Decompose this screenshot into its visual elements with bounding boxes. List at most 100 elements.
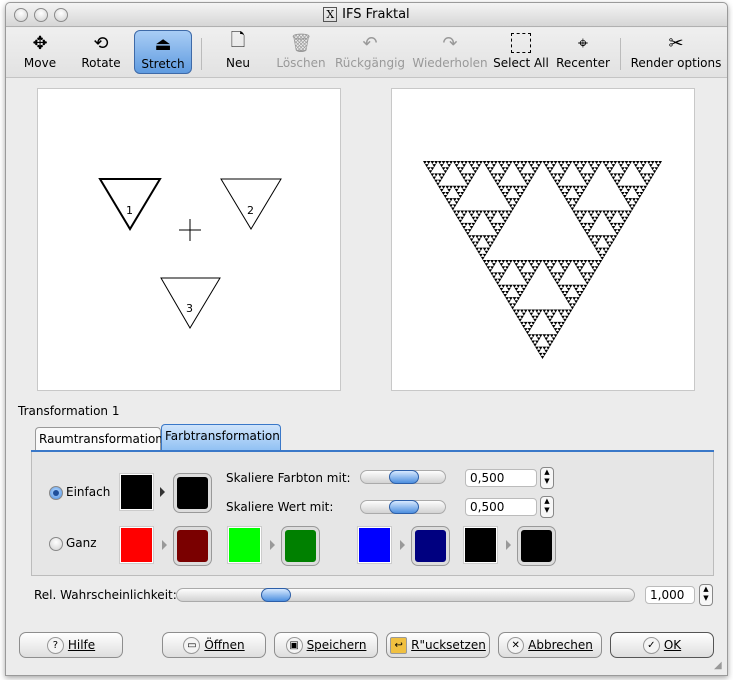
slider-knob[interactable] [389, 470, 419, 484]
fractal-cell [566, 188, 571, 192]
fractal-cell [572, 297, 577, 301]
fractal-cell [523, 284, 528, 288]
fractal-cell [475, 210, 480, 214]
fractal-cell [542, 352, 547, 356]
fractal-cell [564, 167, 569, 171]
fractal-cell [527, 278, 532, 282]
fractal-cell [490, 210, 494, 214]
cancel-button[interactable]: ✕ Abbrechen [498, 632, 602, 658]
fractal-cell [579, 266, 584, 270]
fractal-cell [490, 272, 494, 276]
center-crosshair-icon[interactable] [179, 219, 201, 241]
fractal-cell [628, 204, 633, 208]
fractal-cell [473, 244, 478, 248]
value-scale-input[interactable]: 0,500 [465, 498, 537, 516]
fractal-cell [647, 173, 651, 177]
ganz-from-swatch[interactable] [228, 527, 261, 563]
fractal-cell [521, 176, 526, 180]
fractal-cell [561, 266, 565, 270]
fractal-cell [503, 219, 508, 223]
slider-knob[interactable] [261, 588, 291, 602]
fractal-cell [492, 213, 496, 217]
hue-scale-slider[interactable] [360, 470, 446, 484]
ganz-to-swatch[interactable] [518, 527, 555, 565]
fractal-cell [564, 315, 569, 319]
fractal-cell [563, 195, 567, 199]
ganz-radio[interactable] [49, 537, 63, 551]
value-scale-slider[interactable] [360, 500, 446, 514]
fractal-cell [538, 161, 543, 165]
hue-scale-spinner[interactable]: ▲ ▼ [540, 467, 554, 489]
ok-button[interactable]: ✓ OK [610, 632, 714, 658]
ganz-from-swatch[interactable] [464, 527, 497, 563]
ganz-to-swatch[interactable] [174, 527, 211, 565]
fractal-cell [523, 309, 528, 313]
probability-input[interactable]: 1,000 [645, 586, 695, 604]
tab-farbtransformation[interactable]: Farbtransformation [161, 424, 281, 451]
fractal-cell [568, 260, 573, 264]
fractal-cell [574, 263, 578, 267]
render-options-button[interactable]: ✂ Render options [629, 30, 723, 74]
ganz-to-swatch[interactable] [282, 527, 319, 565]
fractal-cell [570, 306, 575, 310]
ganz-from-swatch[interactable] [358, 527, 391, 563]
new-button[interactable]: 🗋 Neu [218, 30, 258, 74]
fractal-cell [594, 167, 599, 171]
fractal-cell [536, 263, 541, 267]
fractal-cell [471, 161, 476, 165]
folder-icon: ▭ [183, 636, 201, 654]
transform-editor-svg[interactable]: 1 2 3 [38, 89, 340, 390]
fractal-cell [501, 266, 506, 270]
fractal-cell [579, 284, 584, 288]
fractal-cell [624, 161, 629, 165]
einfach-from-swatch[interactable] [120, 474, 153, 510]
move-button[interactable]: ✥ Move [18, 30, 62, 74]
resize-grip-icon[interactable]: ◢ [714, 660, 722, 671]
einfach-radio[interactable] [49, 486, 63, 500]
select-all-button[interactable]: Select All [493, 30, 549, 74]
delete-button[interactable]: 🗑 Löschen [274, 30, 328, 74]
ganz-from-swatch[interactable] [120, 527, 153, 563]
fractal-cell [493, 235, 498, 239]
transform-editor-canvas[interactable]: 1 2 3 [37, 88, 341, 391]
value-scale-label: Skaliere Wert mit: [226, 500, 334, 514]
fractal-cell [617, 173, 621, 177]
save-button[interactable]: ▣ Speichern [274, 632, 378, 658]
help-button[interactable]: ? Hilfe [19, 632, 123, 658]
fractal-cell [495, 232, 500, 236]
redo-button[interactable]: ↷ Wiederholen [411, 30, 489, 74]
tab-raumtransformation[interactable]: Raumtransformation [35, 427, 163, 451]
reset-button[interactable]: ↩ R"ucksetzen [386, 632, 490, 658]
fractal-cell [583, 210, 588, 214]
fractal-cell [501, 173, 506, 177]
open-button[interactable]: ▭ Öffnen [162, 632, 266, 658]
fractal-cell [549, 161, 554, 165]
fractal-cell [647, 179, 651, 183]
hue-scale-input[interactable]: 0,500 [465, 469, 537, 487]
fractal-cell [585, 232, 590, 236]
new-document-icon: 🗋 [230, 30, 246, 51]
probability-spinner[interactable]: ▲ ▼ [699, 584, 713, 606]
fractal-cell [538, 352, 543, 356]
slider-knob[interactable] [389, 500, 419, 514]
stretch-button[interactable]: ⏏ Stretch [134, 30, 192, 74]
fractal-cell [579, 185, 584, 189]
undo-button[interactable]: ↶ Rückgängig [334, 30, 406, 74]
fractal-cell [551, 312, 556, 316]
rotate-button[interactable]: ⟲ Rotate [76, 30, 126, 74]
fractal-cell [635, 198, 640, 202]
fractal-cell [544, 312, 549, 316]
fractal-cell [521, 324, 526, 329]
ganz-to-swatch[interactable] [412, 527, 449, 565]
value-scale-spinner[interactable]: ▲ ▼ [540, 496, 554, 518]
fractal-cell [635, 191, 640, 196]
checkmark-icon: ✓ [642, 636, 660, 654]
fractal-cell [609, 216, 614, 220]
probability-slider[interactable] [176, 588, 635, 602]
fractal-cell [546, 334, 550, 338]
fractal-cell [553, 260, 558, 264]
einfach-to-swatch[interactable] [174, 474, 211, 512]
fractal-cell [577, 269, 582, 273]
recenter-button[interactable]: ⌖ Recenter [555, 30, 611, 74]
fractal-cell [514, 188, 519, 192]
